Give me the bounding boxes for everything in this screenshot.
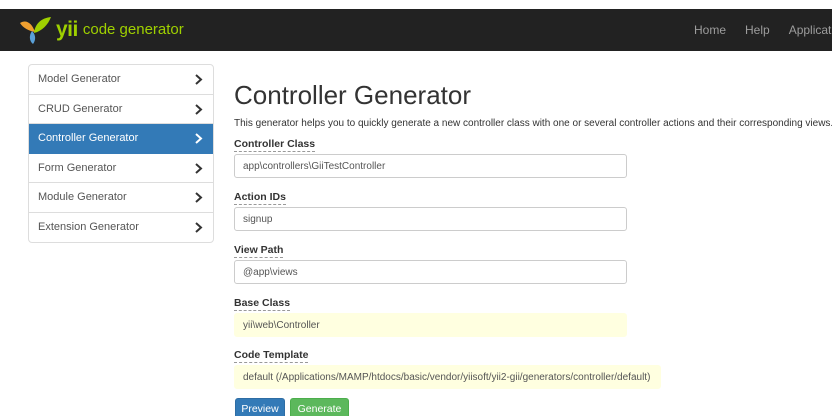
sidebar-item-label: Model Generator (38, 73, 121, 86)
nav-link-application[interactable]: Application (789, 23, 832, 37)
nav-links: Home Help Application (694, 9, 832, 51)
main-content: Controller Generator This generator help… (234, 80, 832, 129)
chevron-right-icon (195, 74, 203, 85)
generator-description: This generator helps you to quickly gene… (234, 118, 832, 129)
chevron-right-icon (195, 192, 203, 203)
window-top-strip (0, 0, 832, 9)
view-path-input[interactable]: @app\views (234, 260, 627, 284)
sidebar-item-label: CRUD Generator (38, 102, 123, 115)
view-path-label: View Path (234, 244, 284, 258)
brand-logo[interactable]: yii code generator (18, 15, 184, 45)
chevron-right-icon (195, 103, 203, 115)
brand-subtitle: code generator (82, 21, 184, 38)
nav-link-home[interactable]: Home (694, 23, 726, 37)
controller-class-label: Controller Class (234, 138, 316, 152)
action-ids-label: Action IDs (234, 191, 286, 205)
page-title: Controller Generator (234, 80, 471, 110)
brand-yii-text: yii (56, 18, 78, 41)
chevron-right-icon (195, 162, 203, 174)
yii-logo-icon (20, 17, 51, 44)
sidebar-item-extension-generator[interactable]: Extension Generator (29, 213, 213, 243)
sidebar-item-label: Extension Generator (38, 221, 139, 234)
sidebar-item-label: Module Generator (38, 191, 127, 204)
sidebar-item-form-generator[interactable]: Form Generator (29, 154, 213, 183)
sidebar-item-label: Controller Generator (38, 132, 139, 145)
controller-class-input[interactable]: app\controllers\GiiTestController (234, 154, 627, 178)
sidebar-item-crud-generator[interactable]: CRUD Generator (29, 95, 213, 124)
sidebar-item-module-generator[interactable]: Module Generator (29, 183, 213, 213)
chevron-right-icon (195, 133, 203, 144)
chevron-right-icon (195, 221, 203, 233)
base-class-sticky-value[interactable]: yii\web\Controller (234, 313, 627, 337)
sidebar-item-controller-generator[interactable]: Controller Generator (29, 124, 213, 154)
base-class-label: Base Class (234, 297, 291, 311)
action-ids-input[interactable]: signup (234, 207, 627, 231)
navbar: yii code generator Home Help Application (0, 9, 832, 51)
nav-link-help[interactable]: Help (745, 23, 770, 37)
code-template-label: Code Template (234, 349, 309, 363)
sidebar-item-model-generator[interactable]: Model Generator (29, 65, 213, 95)
sidebar-item-label: Form Generator (38, 161, 117, 174)
code-template-sticky-value[interactable]: default (/Applications/MAMP/htdocs/basic… (234, 365, 661, 389)
generator-sidebar: Model Generator CRUD Generator Controlle… (28, 64, 214, 243)
generate-button[interactable]: Generate (290, 398, 349, 416)
preview-button[interactable]: Preview (235, 398, 285, 416)
